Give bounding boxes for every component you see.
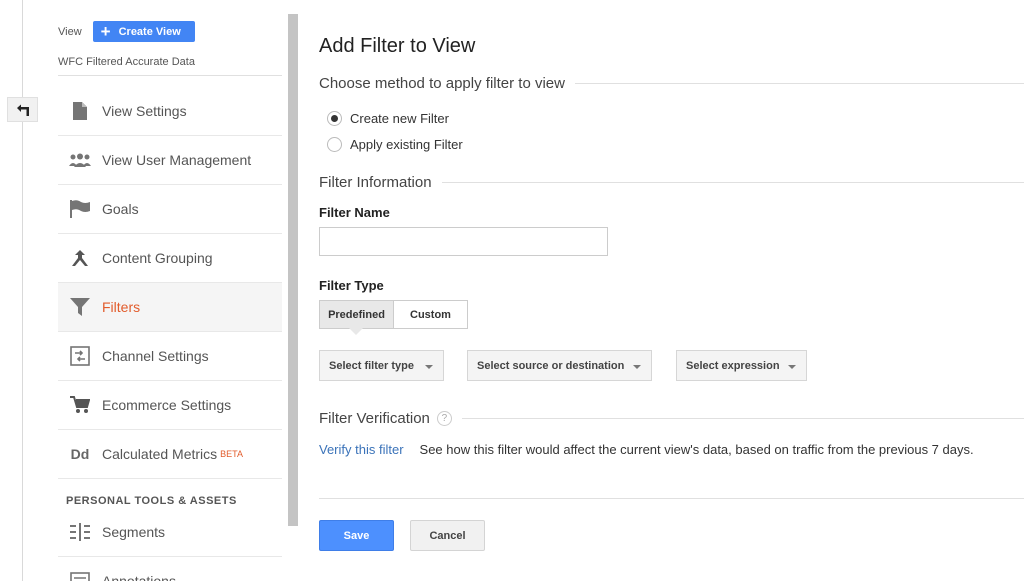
beta-badge: BETA xyxy=(220,449,243,459)
sidebar-item-label: Filters xyxy=(102,299,141,315)
cancel-button[interactable]: Cancel xyxy=(410,520,485,551)
radio-button[interactable] xyxy=(327,137,342,152)
page-title: Add Filter to View xyxy=(319,35,476,57)
sidebar-item-label: Segments xyxy=(102,524,166,540)
tab-predefined[interactable]: Predefined xyxy=(320,301,394,328)
view-selector-row: View + Create View xyxy=(58,21,195,42)
document-icon xyxy=(58,102,102,120)
current-view-name[interactable]: WFC Filtered Accurate Data xyxy=(58,56,195,68)
sidebar-item-segments[interactable]: Segments xyxy=(58,508,282,557)
admin-sidebar: View + Create View WFC Filtered Accurate… xyxy=(58,0,282,581)
tab-custom[interactable]: Custom xyxy=(394,301,467,328)
sidebar-item-view-settings[interactable]: View Settings xyxy=(58,87,282,136)
verification-section-heading: Filter Verification ? xyxy=(319,410,1024,427)
verification-heading-text: Filter Verification xyxy=(319,410,430,427)
sidebar-item-calculated-metrics[interactable]: Dd Calculated Metrics BETA xyxy=(58,430,282,479)
dropdown-label: Select source or destination xyxy=(477,359,625,372)
filter-name-label: Filter Name xyxy=(319,205,390,220)
save-button[interactable]: Save xyxy=(319,520,394,551)
filter-type-toggle: Predefined Custom xyxy=(319,300,468,329)
dropdown-label: Select expression xyxy=(686,359,780,372)
sidebar-item-channel-settings[interactable]: Channel Settings xyxy=(58,332,282,381)
sidebar-item-content-grouping[interactable]: Content Grouping xyxy=(58,234,282,283)
sidebar-item-label: Annotations xyxy=(102,573,176,581)
dd-icon-text: Dd xyxy=(70,446,90,462)
dropdown-arrow-icon xyxy=(788,365,796,369)
grouping-icon xyxy=(58,249,102,267)
dropdown-label: Select filter type xyxy=(329,359,414,372)
plus-icon: + xyxy=(100,22,111,41)
create-view-button[interactable]: + Create View xyxy=(92,21,195,42)
selected-tab-caret xyxy=(349,328,363,335)
verify-description: See how this filter would affect the cur… xyxy=(419,442,974,457)
radio-selected-dot xyxy=(331,115,338,122)
radio-label: Apply existing Filter xyxy=(350,137,463,152)
section-divider xyxy=(574,83,1024,84)
verify-filter-link[interactable]: Verify this filter xyxy=(319,442,404,457)
add-filter-panel: Add Filter to View Choose method to appl… xyxy=(319,0,1024,581)
back-arrow-icon xyxy=(16,104,29,116)
segments-icon xyxy=(58,523,102,541)
filter-icon xyxy=(58,298,102,316)
filter-type-dropdown[interactable]: Select filter type xyxy=(319,350,444,381)
sidebar-item-view-user-management[interactable]: View User Management xyxy=(58,136,282,185)
radio-button[interactable] xyxy=(327,111,342,126)
sidebar-item-label: Channel Settings xyxy=(102,348,209,364)
sidebar-item-ecommerce-settings[interactable]: Ecommerce Settings xyxy=(58,381,282,430)
sidebar-item-label: Content Grouping xyxy=(102,250,213,266)
annotations-icon xyxy=(58,572,102,581)
sidebar-item-label: Goals xyxy=(102,201,139,217)
dropdown-arrow-icon xyxy=(633,365,641,369)
flag-icon xyxy=(58,200,102,218)
sidebar-item-label: View User Management xyxy=(102,152,252,168)
dd-icon: Dd xyxy=(58,446,102,462)
sidebar-item-annotations[interactable]: Annotations xyxy=(58,557,282,581)
sidebar-item-label: Calculated Metrics xyxy=(102,446,218,462)
source-destination-dropdown[interactable]: Select source or destination xyxy=(467,350,652,381)
filter-type-label: Filter Type xyxy=(319,278,384,293)
expression-dropdown[interactable]: Select expression xyxy=(676,350,807,381)
method-heading-text: Choose method to apply filter to view xyxy=(319,75,565,92)
sidebar-item-filters[interactable]: Filters xyxy=(58,283,282,332)
sidebar-item-goals[interactable]: Goals xyxy=(58,185,282,234)
left-rail-line xyxy=(22,0,23,581)
cart-icon xyxy=(58,396,102,414)
form-divider xyxy=(319,498,1024,499)
radio-label: Create new Filter xyxy=(350,111,449,126)
sidebar-item-label: Ecommerce Settings xyxy=(102,397,232,413)
view-label: View xyxy=(58,25,82,38)
info-heading-text: Filter Information xyxy=(319,174,432,191)
back-button[interactable] xyxy=(7,97,38,122)
section-divider xyxy=(461,418,1024,419)
create-view-label: Create View xyxy=(118,25,181,38)
section-divider xyxy=(441,182,1024,183)
info-section-heading: Filter Information xyxy=(319,174,1024,191)
filter-name-input[interactable] xyxy=(319,227,608,256)
help-icon[interactable]: ? xyxy=(436,411,452,426)
personal-tools-header: PERSONAL TOOLS & ASSETS xyxy=(66,495,237,507)
channel-icon xyxy=(58,346,102,366)
sidebar-divider xyxy=(58,75,282,76)
radio-create-new-filter[interactable]: Create new Filter xyxy=(327,111,449,126)
sidebar-scrollbar[interactable] xyxy=(288,14,298,526)
radio-apply-existing-filter[interactable]: Apply existing Filter xyxy=(327,137,463,152)
method-section-heading: Choose method to apply filter to view xyxy=(319,75,1024,92)
users-icon xyxy=(58,153,102,167)
dropdown-arrow-icon xyxy=(425,365,433,369)
sidebar-item-label: View Settings xyxy=(102,103,187,119)
verify-row: Verify this filter See how this filter w… xyxy=(319,442,974,457)
